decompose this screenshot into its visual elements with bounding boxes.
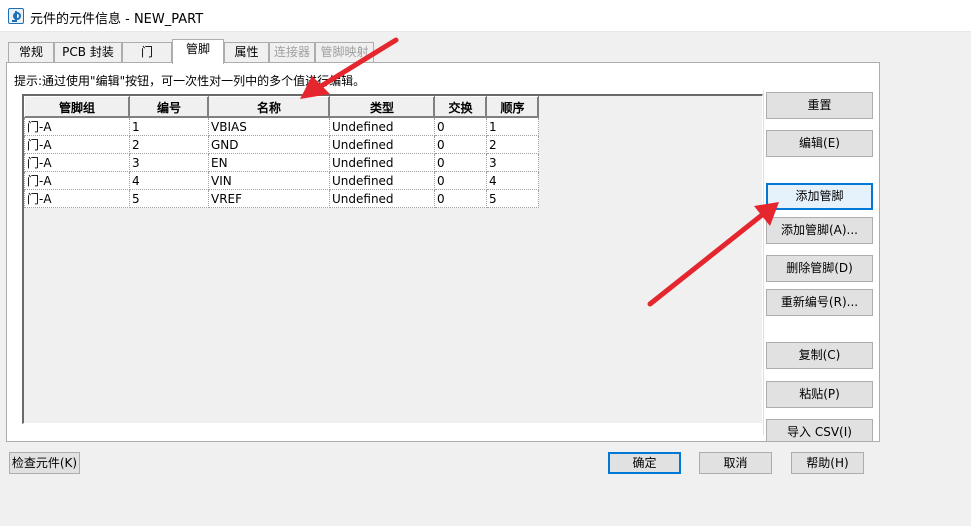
cell-swap[interactable]: 0	[434, 117, 487, 136]
edit-button[interactable]: 编辑(E)	[766, 130, 873, 157]
cell-type[interactable]: Undefined	[329, 189, 435, 208]
cell-pin-group[interactable]: 门-A	[24, 135, 130, 154]
cancel-button[interactable]: 取消	[699, 452, 772, 474]
hint-text: 提示:通过使用"编辑"按钮，可一次性对一列中的多个值进行编辑。	[14, 74, 366, 88]
column-header-sequence[interactable]: 顺序	[486, 96, 539, 118]
cell-swap[interactable]: 0	[434, 135, 487, 154]
table-row[interactable]: 门-A 2 GND Undefined 0 2	[24, 135, 539, 154]
check-part-button[interactable]: 检查元件(K)	[9, 452, 80, 474]
cell-pin-group[interactable]: 门-A	[24, 117, 130, 136]
import-csv-button[interactable]: 导入 CSV(I)	[766, 419, 873, 442]
tab-gates[interactable]: 门	[122, 42, 172, 63]
column-header-type[interactable]: 类型	[329, 96, 435, 118]
cell-sequence[interactable]: 5	[486, 189, 539, 208]
side-separator	[763, 90, 764, 435]
renumber-button[interactable]: 重新编号(R)...	[766, 289, 873, 316]
paste-button[interactable]: 粘贴(P)	[766, 381, 873, 408]
tab-pin-mapping: 管脚映射	[315, 42, 374, 63]
table-header-row: 管脚组 编号 名称 类型 交换 顺序	[24, 96, 539, 118]
cell-sequence[interactable]: 2	[486, 135, 539, 154]
table-row[interactable]: 门-A 4 VIN Undefined 0 4	[24, 171, 539, 190]
help-button[interactable]: 帮助(H)	[791, 452, 864, 474]
cell-name[interactable]: VBIAS	[208, 117, 330, 136]
cell-number[interactable]: 3	[129, 153, 209, 172]
add-pin-button[interactable]: 添加管脚	[766, 183, 873, 210]
ok-button[interactable]: 确定	[608, 452, 681, 474]
window-title: 元件的元件信息 - NEW_PART	[30, 12, 204, 27]
column-header-name[interactable]: 名称	[208, 96, 330, 118]
column-header-pin-group[interactable]: 管脚组	[24, 96, 130, 118]
cell-type[interactable]: Undefined	[329, 153, 435, 172]
delete-pin-button[interactable]: 删除管脚(D)	[766, 255, 873, 282]
tab-pcb-footprint[interactable]: PCB 封装	[54, 42, 122, 63]
cell-swap[interactable]: 0	[434, 171, 487, 190]
tab-pins[interactable]: 管脚	[172, 39, 224, 64]
cell-number[interactable]: 5	[129, 189, 209, 208]
table-row[interactable]: 门-A 1 VBIAS Undefined 0 1	[24, 117, 539, 136]
cell-pin-group[interactable]: 门-A	[24, 171, 130, 190]
app-icon	[8, 8, 24, 24]
cell-number[interactable]: 1	[129, 117, 209, 136]
cell-number[interactable]: 2	[129, 135, 209, 154]
cell-sequence[interactable]: 3	[486, 153, 539, 172]
tab-general[interactable]: 常规	[8, 42, 54, 63]
column-header-swap[interactable]: 交换	[434, 96, 487, 118]
cell-swap[interactable]: 0	[434, 189, 487, 208]
tab-attributes[interactable]: 属性	[224, 42, 269, 63]
cell-pin-group[interactable]: 门-A	[24, 153, 130, 172]
copy-button[interactable]: 复制(C)	[766, 342, 873, 369]
table-row[interactable]: 门-A 3 EN Undefined 0 3	[24, 153, 539, 172]
title-bar: 元件的元件信息 - NEW_PART	[0, 0, 971, 32]
cell-name[interactable]: VREF	[208, 189, 330, 208]
pins-table: 管脚组 编号 名称 类型 交换 顺序 门-A 1 VBIAS Undefined…	[24, 96, 539, 208]
cell-sequence[interactable]: 1	[486, 117, 539, 136]
reset-button[interactable]: 重置	[766, 92, 873, 119]
cell-pin-group[interactable]: 门-A	[24, 189, 130, 208]
add-pins-button[interactable]: 添加管脚(A)...	[766, 217, 873, 244]
cell-number[interactable]: 4	[129, 171, 209, 190]
cell-type[interactable]: Undefined	[329, 171, 435, 190]
cell-name[interactable]: GND	[208, 135, 330, 154]
cell-type[interactable]: Undefined	[329, 135, 435, 154]
cell-swap[interactable]: 0	[434, 153, 487, 172]
cell-type[interactable]: Undefined	[329, 117, 435, 136]
cell-name[interactable]: VIN	[208, 171, 330, 190]
cell-name[interactable]: EN	[208, 153, 330, 172]
column-header-number[interactable]: 编号	[129, 96, 209, 118]
tab-connectors: 连接器	[269, 42, 315, 63]
pins-grid[interactable]: 管脚组 编号 名称 类型 交换 顺序 门-A 1 VBIAS Undefined…	[22, 94, 763, 424]
table-row[interactable]: 门-A 5 VREF Undefined 0 5	[24, 189, 539, 208]
cell-sequence[interactable]: 4	[486, 171, 539, 190]
